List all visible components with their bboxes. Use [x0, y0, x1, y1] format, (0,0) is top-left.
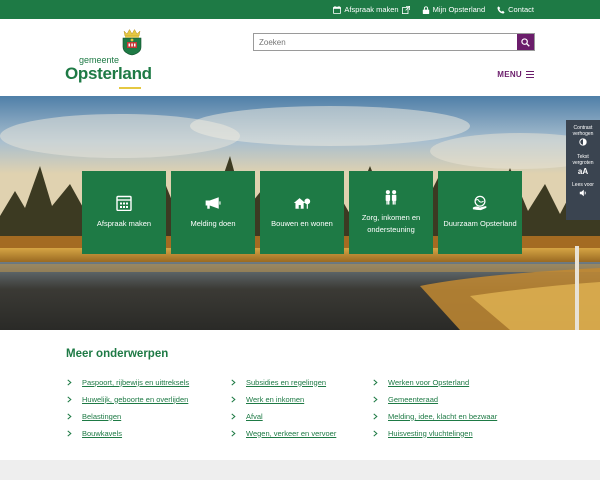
top-link-afspraak[interactable]: Afspraak maken [333, 5, 410, 14]
topics-column-2: Subsidies en regelingen Werk en inkomen … [230, 377, 336, 438]
topic-label: Gemeenteraad [388, 394, 439, 404]
contrast-icon [579, 138, 587, 148]
top-link-label: Mijn Opsterland [432, 5, 486, 14]
topic-link[interactable]: Belastingen [66, 411, 189, 421]
topic-link[interactable]: Subsidies en regelingen [230, 377, 336, 387]
accessibility-panel: Contrast verhogen Tekst vergroten aA Lee… [566, 120, 600, 220]
quick-links: Afspraak maken Melding doen Bouwen en wo… [82, 171, 522, 254]
tile-label: Afspraak maken [96, 219, 152, 229]
hero-banner: Afspraak maken Melding doen Bouwen en wo… [0, 96, 600, 330]
a11y-label: Tekst vergroten [572, 154, 594, 166]
top-links: Afspraak maken Mijn Opsterland Contact [333, 0, 534, 19]
read-aloud-button[interactable]: Lees voor [572, 182, 594, 202]
topic-link[interactable]: Huisvesting vluchtelingen [372, 428, 497, 438]
more-topics-section: Meer onderwerpen Paspoort, rijbewijs en … [0, 330, 600, 460]
tile-duurzaam-opsterland[interactable]: Duurzaam Opsterland [438, 171, 522, 254]
chevron-right-icon [373, 412, 378, 420]
text-size-icon: aA [577, 167, 589, 176]
menu-label: MENU [497, 70, 522, 79]
section-title: Meer onderwerpen [66, 348, 169, 360]
topics-column-1: Paspoort, rijbewijs en uittreksels Huwel… [66, 377, 189, 438]
topic-link[interactable]: Afval [230, 411, 336, 421]
topic-link[interactable]: Paspoort, rijbewijs en uittreksels [66, 377, 189, 387]
topic-link[interactable]: Huwelijk, geboorte en overlijden [66, 394, 189, 404]
topic-label: Belastingen [82, 411, 122, 421]
topic-label: Paspoort, rijbewijs en uittreksels [82, 377, 190, 387]
tile-label: Melding doen [190, 219, 236, 229]
menu-button[interactable]: MENU [497, 70, 534, 79]
topic-link[interactable]: Melding, idee, klacht en bezwaar [372, 411, 497, 421]
phone-icon [497, 5, 505, 14]
footer-band [0, 460, 600, 480]
calendar-icon [333, 5, 342, 14]
topic-label: Huwelijk, geboorte en overlijden [82, 394, 189, 404]
tile-melding-doen[interactable]: Melding doen [171, 171, 255, 254]
logo-opsterland-text: Opsterland [65, 64, 152, 83]
external-link-icon [401, 5, 410, 14]
tile-afspraak-maken[interactable]: Afspraak maken [82, 171, 166, 254]
tile-bouwen-en-wonen[interactable]: Bouwen en wonen [260, 171, 344, 254]
topic-label: Subsidies en regelingen [246, 377, 327, 387]
calendar-icon [116, 195, 132, 212]
chevron-right-icon [373, 395, 378, 403]
chevron-right-icon [231, 378, 236, 386]
contrast-toggle[interactable]: Contrast verhogen [566, 125, 600, 151]
topic-label: Wegen, verkeer en vervoer [246, 428, 337, 438]
people-icon [385, 190, 397, 205]
search-icon [521, 37, 530, 47]
top-utility-bar: Afspraak maken Mijn Opsterland Contact [0, 0, 600, 19]
chevron-right-icon [231, 412, 236, 420]
topic-link[interactable]: Werken voor Opsterland [372, 377, 497, 387]
text-size-toggle[interactable]: Tekst vergroten aA [566, 154, 600, 179]
globe-hand-icon [472, 195, 487, 211]
search-button[interactable] [517, 34, 534, 50]
topic-link[interactable]: Gemeenteraad [372, 394, 497, 404]
hamburger-icon [526, 71, 534, 78]
chevron-right-icon [67, 378, 72, 386]
gemeente-logo[interactable]: gemeente Opsterland [65, 28, 152, 92]
topics-column-3: Werken voor Opsterland Gemeenteraad Meld… [372, 377, 497, 438]
topic-label: Werken voor Opsterland [388, 377, 470, 387]
topic-link[interactable]: Bouwkavels [66, 428, 189, 438]
tile-label: Bouwen en wonen [271, 219, 333, 229]
chevron-right-icon [67, 429, 72, 437]
chevron-right-icon [231, 429, 236, 437]
megaphone-icon [205, 197, 221, 209]
lock-icon [422, 5, 429, 14]
chevron-right-icon [67, 395, 72, 403]
a11y-label: Lees voor [572, 182, 594, 188]
tile-label: Zorg, inkomen en ondersteuning [361, 213, 421, 234]
topic-label: Werk en inkomen [246, 394, 305, 404]
topic-label: Afval [246, 411, 263, 421]
tile-label: Duurzaam Opsterland [443, 219, 517, 229]
top-link-contact[interactable]: Contact [497, 5, 534, 14]
chevron-right-icon [67, 412, 72, 420]
site-header: gemeente Opsterland MENU [0, 19, 600, 96]
a11y-label: Contrast verhogen [572, 125, 594, 137]
speaker-icon [579, 189, 587, 199]
chevron-right-icon [373, 378, 378, 386]
chevron-right-icon [373, 429, 378, 437]
topic-link[interactable]: Werk en inkomen [230, 394, 336, 404]
topic-label: Huisvesting vluchtelingen [388, 428, 473, 438]
top-link-label: Afspraak maken [344, 5, 399, 14]
logo-accent-line [119, 87, 141, 89]
top-link-label: Contact [508, 5, 534, 14]
search-bar [253, 33, 535, 51]
house-tree-icon [293, 198, 311, 209]
tile-zorg-inkomen[interactable]: Zorg, inkomen en ondersteuning [349, 171, 433, 254]
search-input[interactable] [254, 34, 517, 50]
topic-label: Bouwkavels [82, 428, 123, 438]
top-link-mijn-opsterland[interactable]: Mijn Opsterland [422, 5, 486, 14]
topic-link[interactable]: Wegen, verkeer en vervoer [230, 428, 336, 438]
chevron-right-icon [231, 395, 236, 403]
crest-icon [122, 28, 142, 56]
topic-label: Melding, idee, klacht en bezwaar [388, 411, 498, 421]
